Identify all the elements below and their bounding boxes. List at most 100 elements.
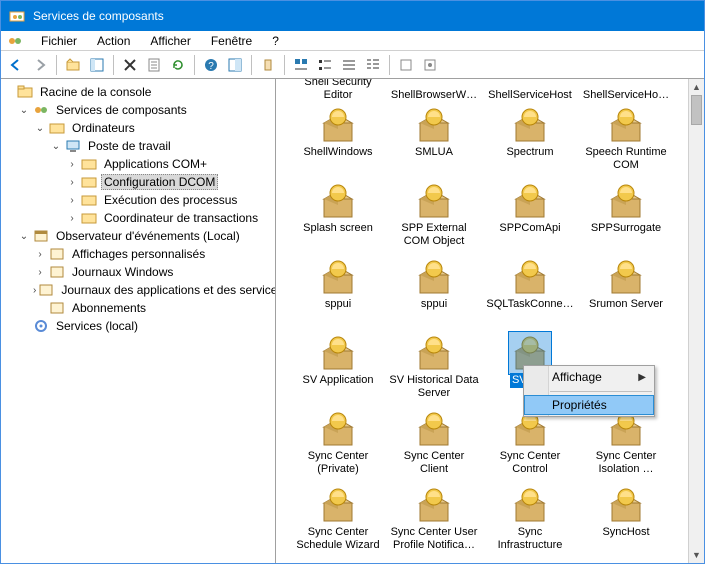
properties-button[interactable] xyxy=(143,54,165,76)
menu-fenetre[interactable]: Fenêtre xyxy=(201,32,262,50)
com-component-icon xyxy=(510,485,550,525)
list-item[interactable]: SV Application xyxy=(290,331,386,405)
list-button[interactable] xyxy=(338,54,360,76)
extra-1-button[interactable] xyxy=(395,54,417,76)
large-icons-button[interactable] xyxy=(290,54,312,76)
list-item[interactable]: SPPComApi xyxy=(482,179,578,253)
show-tree-button[interactable] xyxy=(86,54,108,76)
tree-label: Services (local) xyxy=(53,318,141,334)
tree-services-composants[interactable]: ⌄ Services de composants xyxy=(17,101,275,119)
collapse-icon[interactable]: ⌄ xyxy=(17,103,31,117)
list-item[interactable]: ShellWindows xyxy=(290,103,386,177)
tree-pane[interactable]: Racine de la console ⌄ Services de compo… xyxy=(1,79,276,563)
list-item[interactable]: Speech Runtime COM xyxy=(578,103,674,177)
expand-icon[interactable]: › xyxy=(33,265,47,279)
tree-services-local[interactable]: Services (local) xyxy=(17,317,275,335)
expand-icon[interactable]: › xyxy=(65,193,79,207)
refresh-button[interactable] xyxy=(167,54,189,76)
scroll-up-button[interactable]: ▲ xyxy=(689,79,704,95)
list-item[interactable]: Sync Infrastructure xyxy=(482,483,578,557)
collapse-icon[interactable]: ⌄ xyxy=(17,229,31,243)
expand-icon[interactable]: › xyxy=(65,175,79,189)
menu-help[interactable]: ? xyxy=(262,32,289,50)
com-component-icon xyxy=(318,409,358,449)
list-item[interactable]: SV Historical Data Server xyxy=(386,331,482,405)
small-icons-button[interactable] xyxy=(314,54,336,76)
logs-icon xyxy=(38,282,54,298)
menu-afficher[interactable]: Afficher xyxy=(140,32,200,50)
collapse-icon[interactable]: ⌄ xyxy=(49,139,63,153)
menu-fichier[interactable]: Fichier xyxy=(31,32,87,50)
details-button[interactable] xyxy=(362,54,384,76)
list-item[interactable]: Sync Center Schedule Wizard xyxy=(290,483,386,557)
tree-coordinateur-transactions[interactable]: ›Coordinateur de transactions xyxy=(65,209,275,227)
list-item[interactable]: Sync Center Control xyxy=(482,407,578,481)
list-item[interactable]: SyncHost xyxy=(578,483,674,557)
component-services-icon xyxy=(33,102,49,118)
expand-icon[interactable]: › xyxy=(33,247,47,261)
services-icon xyxy=(33,318,49,334)
back-button[interactable] xyxy=(5,54,27,76)
list-item[interactable]: Sync Center Isolation … xyxy=(578,407,674,481)
com-component-icon xyxy=(606,257,646,297)
icon-grid-scroll[interactable]: Shell Security Editor ShellBrowserW… She… xyxy=(276,79,688,563)
expand-icon[interactable]: › xyxy=(65,211,79,225)
delete-button[interactable] xyxy=(119,54,141,76)
list-item[interactable]: ShellServiceHo… xyxy=(578,83,674,103)
tree-affichages-perso[interactable]: ›Affichages personnalisés xyxy=(33,245,275,263)
vertical-scrollbar[interactable]: ▲ ▼ xyxy=(688,79,704,563)
tree-configuration-dcom[interactable]: ›Configuration DCOM xyxy=(65,173,275,191)
com-component-icon xyxy=(606,105,646,145)
com-component-icon xyxy=(318,257,358,297)
tree-poste-travail[interactable]: ⌄ Poste de travail xyxy=(49,137,275,155)
list-item[interactable]: ShellServiceHost xyxy=(482,83,578,103)
view-toggle-button[interactable] xyxy=(224,54,246,76)
menu-action[interactable]: Action xyxy=(87,32,140,50)
list-item[interactable]: SQLTaskConne… xyxy=(482,255,578,329)
window-title: Services de composants xyxy=(33,9,164,23)
expander-icon[interactable] xyxy=(1,85,15,99)
list-item[interactable]: Splash screen xyxy=(290,179,386,253)
list-item[interactable]: SPP External COM Object xyxy=(386,179,482,253)
tree-label: Journaux Windows xyxy=(69,264,176,280)
list-item[interactable]: Spectrum xyxy=(482,103,578,177)
com-component-icon xyxy=(510,181,550,221)
item-label: SV Historical Data Server xyxy=(387,373,481,401)
tool-a-button[interactable] xyxy=(257,54,279,76)
tree-execution-processus[interactable]: ›Exécution des processus xyxy=(65,191,275,209)
extra-2-button[interactable] xyxy=(419,54,441,76)
tree-applications-com[interactable]: ›Applications COM+ xyxy=(65,155,275,173)
folder-icon xyxy=(81,210,97,226)
list-item[interactable]: Sync Center (Private) xyxy=(290,407,386,481)
list-item[interactable]: sppui xyxy=(386,255,482,329)
expand-icon[interactable]: › xyxy=(33,283,36,297)
scroll-down-button[interactable]: ▼ xyxy=(689,547,704,563)
com-component-icon xyxy=(414,105,454,145)
tree-journaux-windows[interactable]: › Journaux Windows xyxy=(33,263,275,281)
tree-abonnements[interactable]: Abonnements xyxy=(33,299,275,317)
expand-icon[interactable]: › xyxy=(65,157,79,171)
list-item[interactable]: ShellBrowserW… xyxy=(386,83,482,103)
icon-grid: Shell Security Editor ShellBrowserW… She… xyxy=(286,83,678,103)
help-button[interactable]: ? xyxy=(200,54,222,76)
tree-label: Abonnements xyxy=(69,300,149,316)
forward-button[interactable] xyxy=(29,54,51,76)
tree-ordinateurs[interactable]: ⌄ Ordinateurs xyxy=(33,119,275,137)
collapse-icon[interactable]: ⌄ xyxy=(33,121,47,135)
list-item[interactable]: SPPSurrogate xyxy=(578,179,674,253)
list-item[interactable]: Sync Center User Profile Notifica… xyxy=(386,483,482,557)
list-item[interactable]: Srumon Server xyxy=(578,255,674,329)
list-item[interactable]: SMLUA xyxy=(386,103,482,177)
scroll-thumb[interactable] xyxy=(691,95,702,125)
list-item[interactable]: Sync Center Client xyxy=(386,407,482,481)
up-button[interactable] xyxy=(62,54,84,76)
context-menu-proprietes[interactable]: Propriétés xyxy=(524,395,654,415)
list-item[interactable]: sppui xyxy=(290,255,386,329)
item-label: Spectrum xyxy=(504,145,555,160)
tree-journaux-apps-services[interactable]: ›Journaux des applications et des servic… xyxy=(33,281,275,299)
tree-root[interactable]: Racine de la console xyxy=(1,83,275,101)
list-item[interactable]: Shell Security Editor xyxy=(290,83,386,103)
context-menu-affichage[interactable]: Affichage ▶ xyxy=(524,366,654,388)
tree-observateur-evenements[interactable]: ⌄ Observateur d'événements (Local) xyxy=(17,227,275,245)
main-area: Racine de la console ⌄ Services de compo… xyxy=(1,79,704,563)
